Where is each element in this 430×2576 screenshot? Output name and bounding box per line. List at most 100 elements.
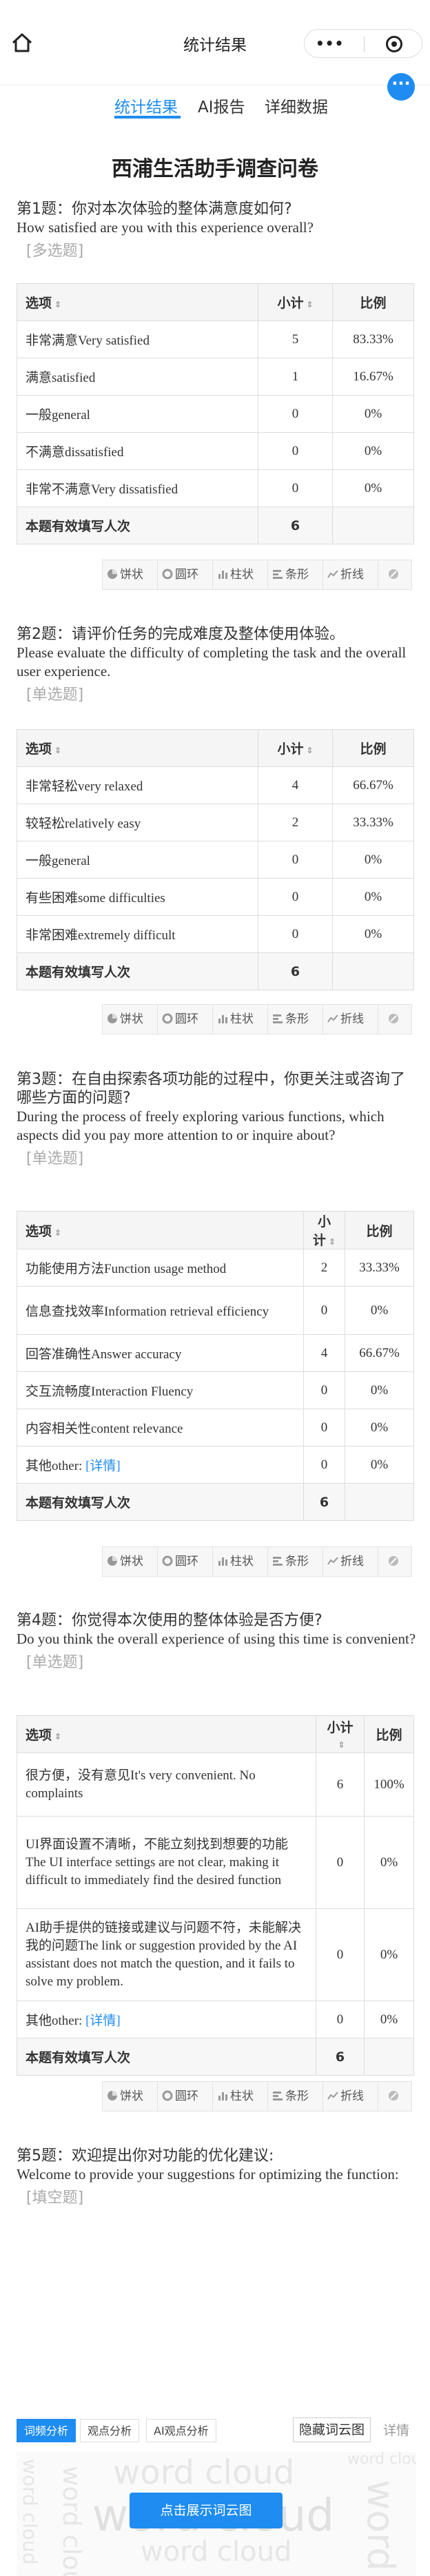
header-option[interactable]: 选项 ⇕ [17, 1211, 304, 1249]
chart-column-button[interactable]: 柱状 [213, 1005, 268, 1034]
table-row: UI界面设置不清晰，不能立刻找到想要的功能The UI interface se… [17, 1816, 414, 1909]
table-row: 非常满意Very satisfied 5 83.33% [17, 320, 414, 358]
bar-chart-icon [273, 1557, 283, 1566]
chart-type-toolbar: 饼状 圆环 柱状 条形 折线 [102, 1004, 412, 1034]
viewpoint-analysis-button[interactable]: 观点分析 [80, 2419, 140, 2442]
tab-ai-report[interactable]: AI报告 [198, 94, 245, 117]
word-cloud-word: word cloud [141, 2536, 292, 2568]
question-type: [多选题] [26, 243, 84, 260]
word-cloud-word: word cloud [57, 2466, 85, 2576]
chart-pie-button[interactable]: 饼状 [103, 560, 158, 589]
word-frequency-button[interactable]: 词频分析 [17, 2419, 76, 2442]
hide-word-cloud-button[interactable]: 隐藏词云图 [293, 2417, 371, 2442]
pie-icon [108, 2091, 117, 2100]
ring-icon [162, 2090, 173, 2101]
chart-bar-button[interactable]: 条形 [268, 2082, 323, 2111]
detail-link[interactable]: 详情 [383, 2420, 409, 2439]
detail-link[interactable]: [详情] [85, 2014, 121, 2028]
table-row: 较轻松relatively easy 2 33.33% [17, 804, 414, 841]
chart-column-button[interactable]: 柱状 [213, 2082, 268, 2111]
chart-hide-button[interactable] [378, 2082, 411, 2111]
chart-hide-button[interactable] [378, 1547, 411, 1576]
result-table-q3: 选项 ⇕ 小计 ⇕ 比例 功能使用方法Function usage method 2 33.… [17, 1211, 414, 1521]
question-1: 第1题：你对本次体验的整体满意度如何? How satisfied are yo… [17, 200, 416, 260]
table-row: 内容相关性content relevance 0 0% [17, 1409, 414, 1447]
ai-viewpoint-analysis-button[interactable]: AI观点分析 [146, 2419, 216, 2442]
question-3: 第3题：在自由探索各项功能的过程中，你更关注或咨询了哪些方面的问题? Durin… [17, 1070, 416, 1168]
chart-bar-button[interactable]: 条形 [268, 1547, 323, 1576]
chart-hide-button[interactable] [378, 560, 411, 589]
chart-pie-button[interactable]: 饼状 [103, 1005, 158, 1034]
question-title: 第2题：请评价任务的完成难度及整体使用体验。 [17, 626, 345, 643]
result-table-q4: 选项 ⇕ 小计⇕ 比例 很方便，没有意见It's very convenient. N… [17, 1715, 414, 2076]
tab-detail-data[interactable]: 详细数据 [265, 94, 328, 117]
record-icon[interactable] [386, 36, 402, 52]
header-count[interactable]: 小计⇕ [258, 283, 333, 321]
word-cloud-word: word cloud [347, 2452, 416, 2468]
line-chart-icon [327, 1014, 338, 1023]
table-row: 其他other: [详情] 0 0% [17, 1446, 414, 1484]
table-row: 有些困难some difficulties 0 0% [17, 878, 414, 916]
chart-pie-button[interactable]: 饼状 [103, 1547, 158, 1576]
table-row: 非常不满意Very dissatisfied 0 0% [17, 469, 414, 507]
table-row: 功能使用方法Function usage method 2 33.33% [17, 1249, 414, 1287]
chart-column-button[interactable]: 柱状 [213, 1547, 268, 1576]
table-row: 不满意dissatisfied 0 0% [17, 432, 414, 470]
question-title-en: Welcome to provide your suggestions for … [17, 2166, 399, 2183]
table-row: 其他other: [详情] 0 0% [17, 2001, 414, 2038]
word-cloud-word: word cloud [113, 2453, 295, 2492]
capsule-divider [364, 37, 365, 52]
word-cloud-word: word cloud [359, 2480, 402, 2576]
line-chart-icon [327, 570, 338, 578]
question-4: 第4题：你觉得本次使用的整体体验是否方便? Do you think the o… [17, 1611, 416, 1672]
question-type: [单选题] [26, 686, 84, 704]
question-type: [单选题] [26, 1654, 84, 1671]
chart-pie-button[interactable]: 饼状 [103, 2082, 158, 2111]
chart-line-button[interactable]: 折线 [323, 2082, 378, 2111]
table-total-row: 本题有效填写人次 6 [17, 952, 414, 990]
table-row: 交互流畅度Interaction Fluency 0 0% [17, 1371, 414, 1409]
table-row: 非常轻松very relaxed 4 66.67% [17, 766, 414, 804]
chart-line-button[interactable]: 折线 [323, 1547, 378, 1576]
column-chart-icon [218, 2092, 227, 2100]
chart-line-button[interactable]: 折线 [323, 560, 378, 589]
tab-stats[interactable]: 统计结果 [114, 94, 178, 117]
more-menu-icon[interactable]: ··· [387, 73, 415, 101]
capsule-menu[interactable]: ••• [304, 29, 422, 58]
column-chart-icon [218, 1557, 227, 1566]
pie-icon [108, 1556, 117, 1566]
question-title-en: During the process of freely exploring v… [17, 1108, 385, 1143]
more-dots-icon[interactable]: ••• [316, 37, 357, 51]
detail-link[interactable]: [详情] [85, 1459, 121, 1473]
question-type: [填空题] [26, 2189, 84, 2207]
header-option[interactable]: 选项 ⇕ [17, 729, 258, 767]
question-title-en: Do you think the overall experience of u… [17, 1631, 416, 1647]
column-chart-icon [218, 571, 227, 579]
chart-ring-button[interactable]: 圆环 [158, 1005, 213, 1034]
header-option[interactable]: 选项 ⇕ [17, 1715, 316, 1753]
chart-column-button[interactable]: 柱状 [213, 560, 268, 589]
chart-bar-button[interactable]: 条形 [268, 1005, 323, 1034]
result-table-q1: 选项 ⇕ 小计 ⇕ 比例 非常满意Very satisfied 5 83.33% 满意sat… [17, 283, 414, 544]
header-count[interactable]: 小计⇕ [258, 729, 333, 767]
disable-icon [389, 2091, 398, 2100]
chart-hide-button[interactable] [378, 1005, 411, 1034]
table-total-row: 本题有效填写人次 6 [17, 1483, 414, 1521]
chart-type-toolbar: 饼状 圆环 柱状 条形 折线 [102, 2081, 412, 2112]
show-word-cloud-button[interactable]: 点击展示词云图 [130, 2493, 283, 2528]
table-row: 一般general 0 0% [17, 841, 414, 879]
chart-ring-button[interactable]: 圆环 [158, 2082, 213, 2111]
chart-ring-button[interactable]: 圆环 [158, 1547, 213, 1576]
header-count[interactable]: 小计⇕ [316, 1715, 365, 1753]
column-chart-icon [218, 1015, 227, 1023]
question-title-en: How satisfied are you with this experien… [17, 219, 314, 236]
chart-line-button[interactable]: 折线 [323, 1005, 378, 1034]
chart-ring-button[interactable]: 圆环 [158, 560, 213, 589]
question-type: [单选题] [26, 1150, 84, 1167]
chart-bar-button[interactable]: 条形 [268, 560, 323, 589]
header-count[interactable]: 小计⇕ [303, 1211, 345, 1249]
header-option[interactable]: 选项 ⇕ [17, 283, 258, 321]
pie-icon [108, 1014, 117, 1023]
table-total-row: 本题有效填写人次 6 [17, 2038, 414, 2076]
result-table-q2: 选项 ⇕ 小计 ⇕ 比例 非常轻松very relaxed 4 66.67% 较轻松rela… [17, 729, 414, 990]
